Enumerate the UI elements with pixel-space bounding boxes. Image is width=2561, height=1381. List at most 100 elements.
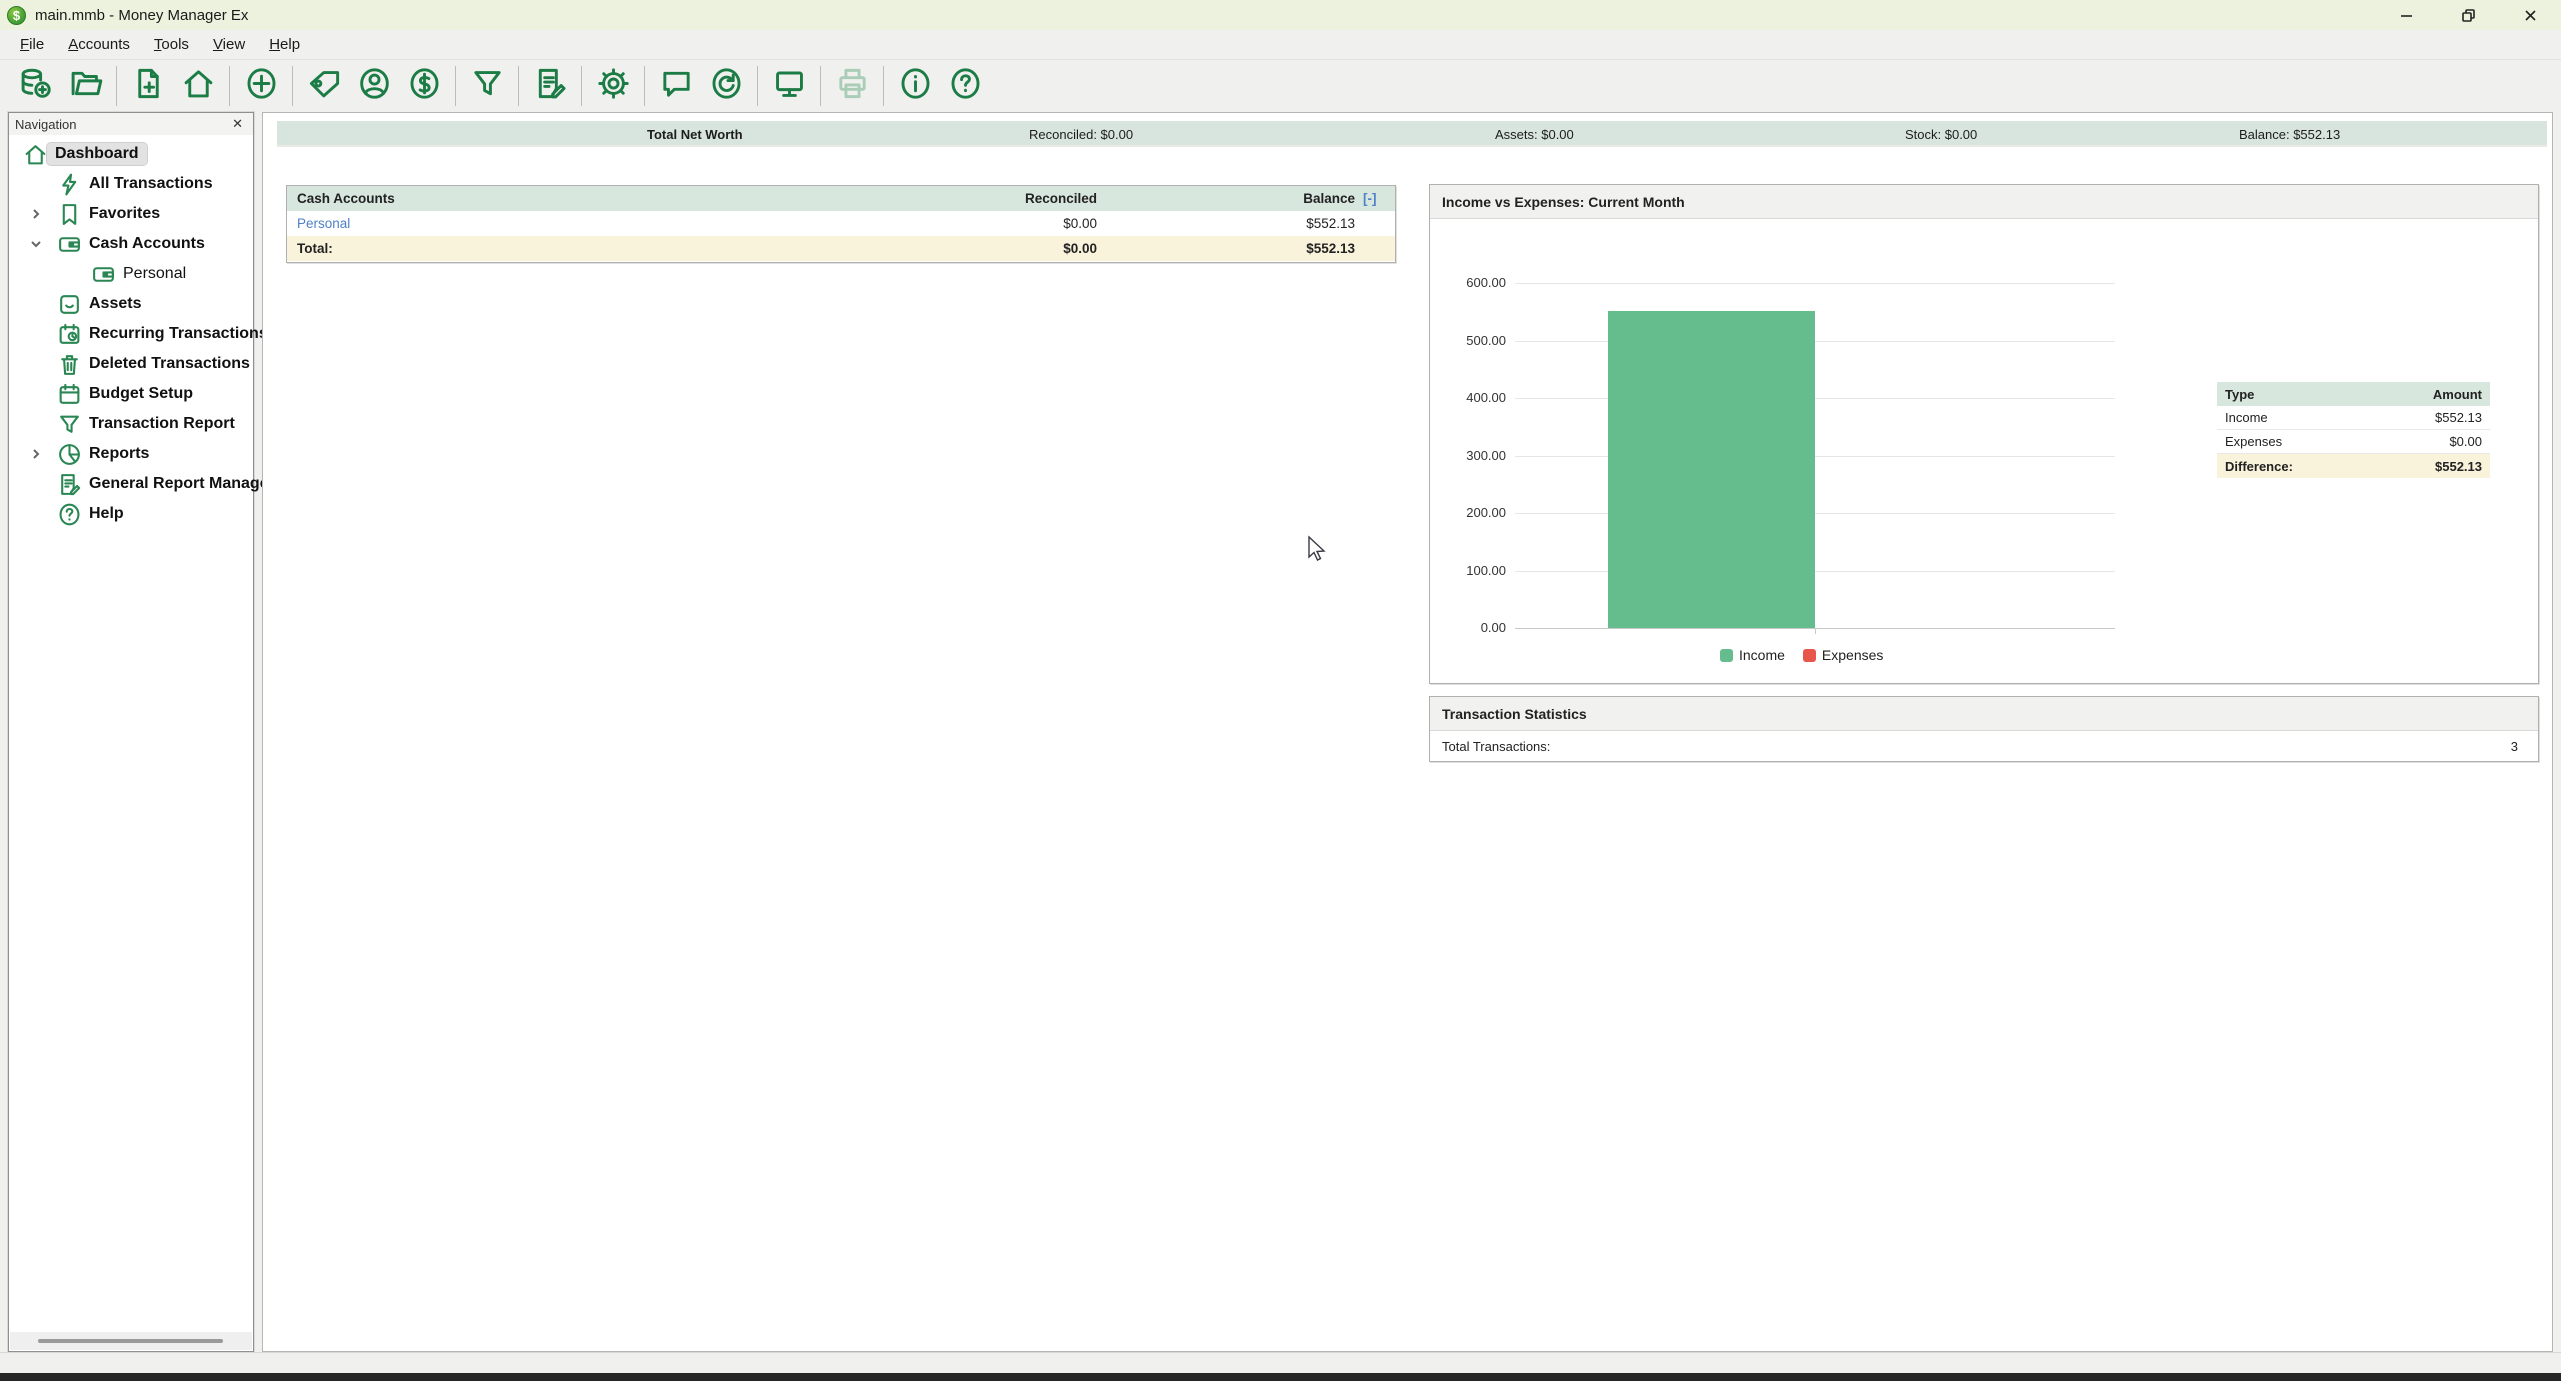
balance-column-header: Balance: [1105, 191, 1363, 206]
home-icon: [23, 142, 48, 167]
pie-chart-icon: [57, 442, 82, 467]
row-amount: $552.13: [2380, 410, 2490, 425]
menu-view[interactable]: View: [201, 32, 257, 57]
refresh-icon: [709, 66, 744, 106]
mouse-cursor: [1305, 535, 1329, 565]
minimize-button[interactable]: [2375, 0, 2437, 30]
maximize-restore-button[interactable]: [2437, 0, 2499, 30]
sidebar-item-assets[interactable]: Assets: [9, 289, 253, 319]
menu-bar: FileAccountsToolsViewHelp: [0, 30, 2561, 60]
navigation-header: Navigation ✕: [9, 113, 253, 135]
new-database-button[interactable]: [10, 63, 60, 109]
type-column-header: Type: [2217, 387, 2380, 402]
total-transactions-row: Total Transactions: 3: [1430, 731, 2538, 761]
dashboard-button[interactable]: [173, 63, 223, 109]
options-button[interactable]: [588, 63, 638, 109]
funnel-icon: [57, 412, 82, 437]
toolbar-separator: [116, 66, 117, 106]
news-button[interactable]: [651, 63, 701, 109]
y-axis-tick-label: 100.00: [1430, 563, 1506, 578]
tag-icon: [307, 66, 342, 106]
toolbar-separator: [757, 66, 758, 106]
status-bar: [0, 1352, 2561, 1373]
sidebar-item-reports[interactable]: Reports: [9, 439, 253, 469]
total-label: Total:: [287, 241, 865, 256]
general-report-manager-button[interactable]: [525, 63, 575, 109]
navigation-hscrollbar-thumb[interactable]: [38, 1339, 223, 1343]
monitor-icon: [772, 66, 807, 106]
transaction-filter-button[interactable]: [462, 63, 512, 109]
summary-stock: Stock: $0.00: [1905, 121, 1977, 147]
navigation-hscrollbar[interactable]: [10, 1332, 252, 1350]
categories-button[interactable]: [299, 63, 349, 109]
info-icon: [898, 66, 933, 106]
account-link[interactable]: Personal: [297, 216, 350, 231]
gear-icon: [596, 66, 631, 106]
plus-circle-icon: [244, 66, 279, 106]
refresh-button[interactable]: [701, 63, 751, 109]
sidebar-item-label: General Report Manager: [89, 475, 275, 493]
legend-entry-expenses: Expenses: [1803, 647, 1883, 663]
toolbar-separator: [229, 66, 230, 106]
sidebar-item-transaction-report[interactable]: Transaction Report: [9, 409, 253, 439]
sidebar-item-cash-accounts[interactable]: Cash Accounts: [9, 229, 253, 259]
sidebar-item-label: Personal: [123, 265, 186, 283]
currency-icon: [407, 66, 442, 106]
summary-balance: Balance: $552.13: [2239, 121, 2340, 147]
toolbar-separator: [518, 66, 519, 106]
total-transactions-label: Total Transactions:: [1442, 739, 2511, 754]
about-button[interactable]: [890, 63, 940, 109]
menu-help[interactable]: Help: [257, 32, 312, 57]
y-axis-tick-label: 400.00: [1430, 390, 1506, 405]
new-file-button[interactable]: [123, 63, 173, 109]
payees-button[interactable]: [349, 63, 399, 109]
transaction-statistics-title: Transaction Statistics: [1430, 697, 2538, 731]
window-controls: [2375, 0, 2561, 30]
bookmark-icon: [57, 202, 82, 227]
dashboard-main-area: Total Net WorthReconciled: $0.00Assets: …: [262, 112, 2553, 1352]
sidebar-item-label: Recurring Transactions: [89, 325, 268, 343]
chart-gridline: [1515, 513, 2115, 514]
toolbar-separator: [644, 66, 645, 106]
menu-accounts[interactable]: Accounts: [56, 32, 142, 57]
database-new-icon: [18, 66, 53, 106]
navigation-panel: Navigation ✕ DashboardAll TransactionsFa…: [8, 112, 254, 1352]
sidebar-item-help[interactable]: Help: [9, 499, 253, 529]
sidebar-item-all-transactions[interactable]: All Transactions: [9, 169, 253, 199]
sidebar-item-favorites[interactable]: Favorites: [9, 199, 253, 229]
transaction-statistics-panel: Transaction Statistics Total Transaction…: [1429, 696, 2539, 762]
toolbar-separator: [581, 66, 582, 106]
sidebar-item-recurring-transactions[interactable]: Recurring Transactions: [9, 319, 253, 349]
help-button[interactable]: [940, 63, 990, 109]
chevron-down-icon[interactable]: [29, 237, 43, 251]
chevron-right-icon[interactable]: [29, 207, 43, 221]
row-type: Income: [2217, 410, 2380, 425]
sidebar-item-general-report-manager[interactable]: General Report Manager: [9, 469, 253, 499]
collapse-panel-link[interactable]: [-]: [1363, 191, 1395, 206]
chart-gridline: [1515, 571, 2115, 572]
cash-accounts-panel: Cash Accounts Reconciled Balance [-] Per…: [286, 185, 1396, 263]
open-database-button[interactable]: [60, 63, 110, 109]
new-transaction-button[interactable]: [236, 63, 286, 109]
legend-label: Expenses: [1822, 647, 1883, 663]
account-reconciled-value: $0.00: [865, 216, 1105, 231]
difference-value: $552.13: [2380, 459, 2490, 474]
sidebar-item-dashboard[interactable]: Dashboard: [9, 139, 253, 169]
legend-entry-income: Income: [1720, 647, 1785, 663]
fullscreen-button[interactable]: [764, 63, 814, 109]
x-axis-tick: [1815, 628, 1816, 634]
sidebar-item-budget-setup[interactable]: Budget Setup: [9, 379, 253, 409]
sidebar-item-personal[interactable]: Personal: [9, 259, 253, 289]
menu-tools[interactable]: Tools: [142, 32, 201, 57]
total-balance-value: $552.13: [1105, 241, 1363, 256]
chevron-right-icon[interactable]: [29, 447, 43, 461]
chart-gridline: [1515, 456, 2115, 457]
menu-file[interactable]: File: [8, 32, 56, 57]
chart-gridline: [1515, 341, 2115, 342]
y-axis-tick-label: 300.00: [1430, 448, 1506, 463]
sidebar-item-deleted-transactions[interactable]: Deleted Transactions: [9, 349, 253, 379]
currency-button[interactable]: [399, 63, 449, 109]
navigation-close-icon[interactable]: ✕: [228, 116, 247, 132]
close-button[interactable]: [2499, 0, 2561, 30]
income-vs-expenses-panel: Income vs Expenses: Current Month 0.0010…: [1429, 184, 2539, 684]
